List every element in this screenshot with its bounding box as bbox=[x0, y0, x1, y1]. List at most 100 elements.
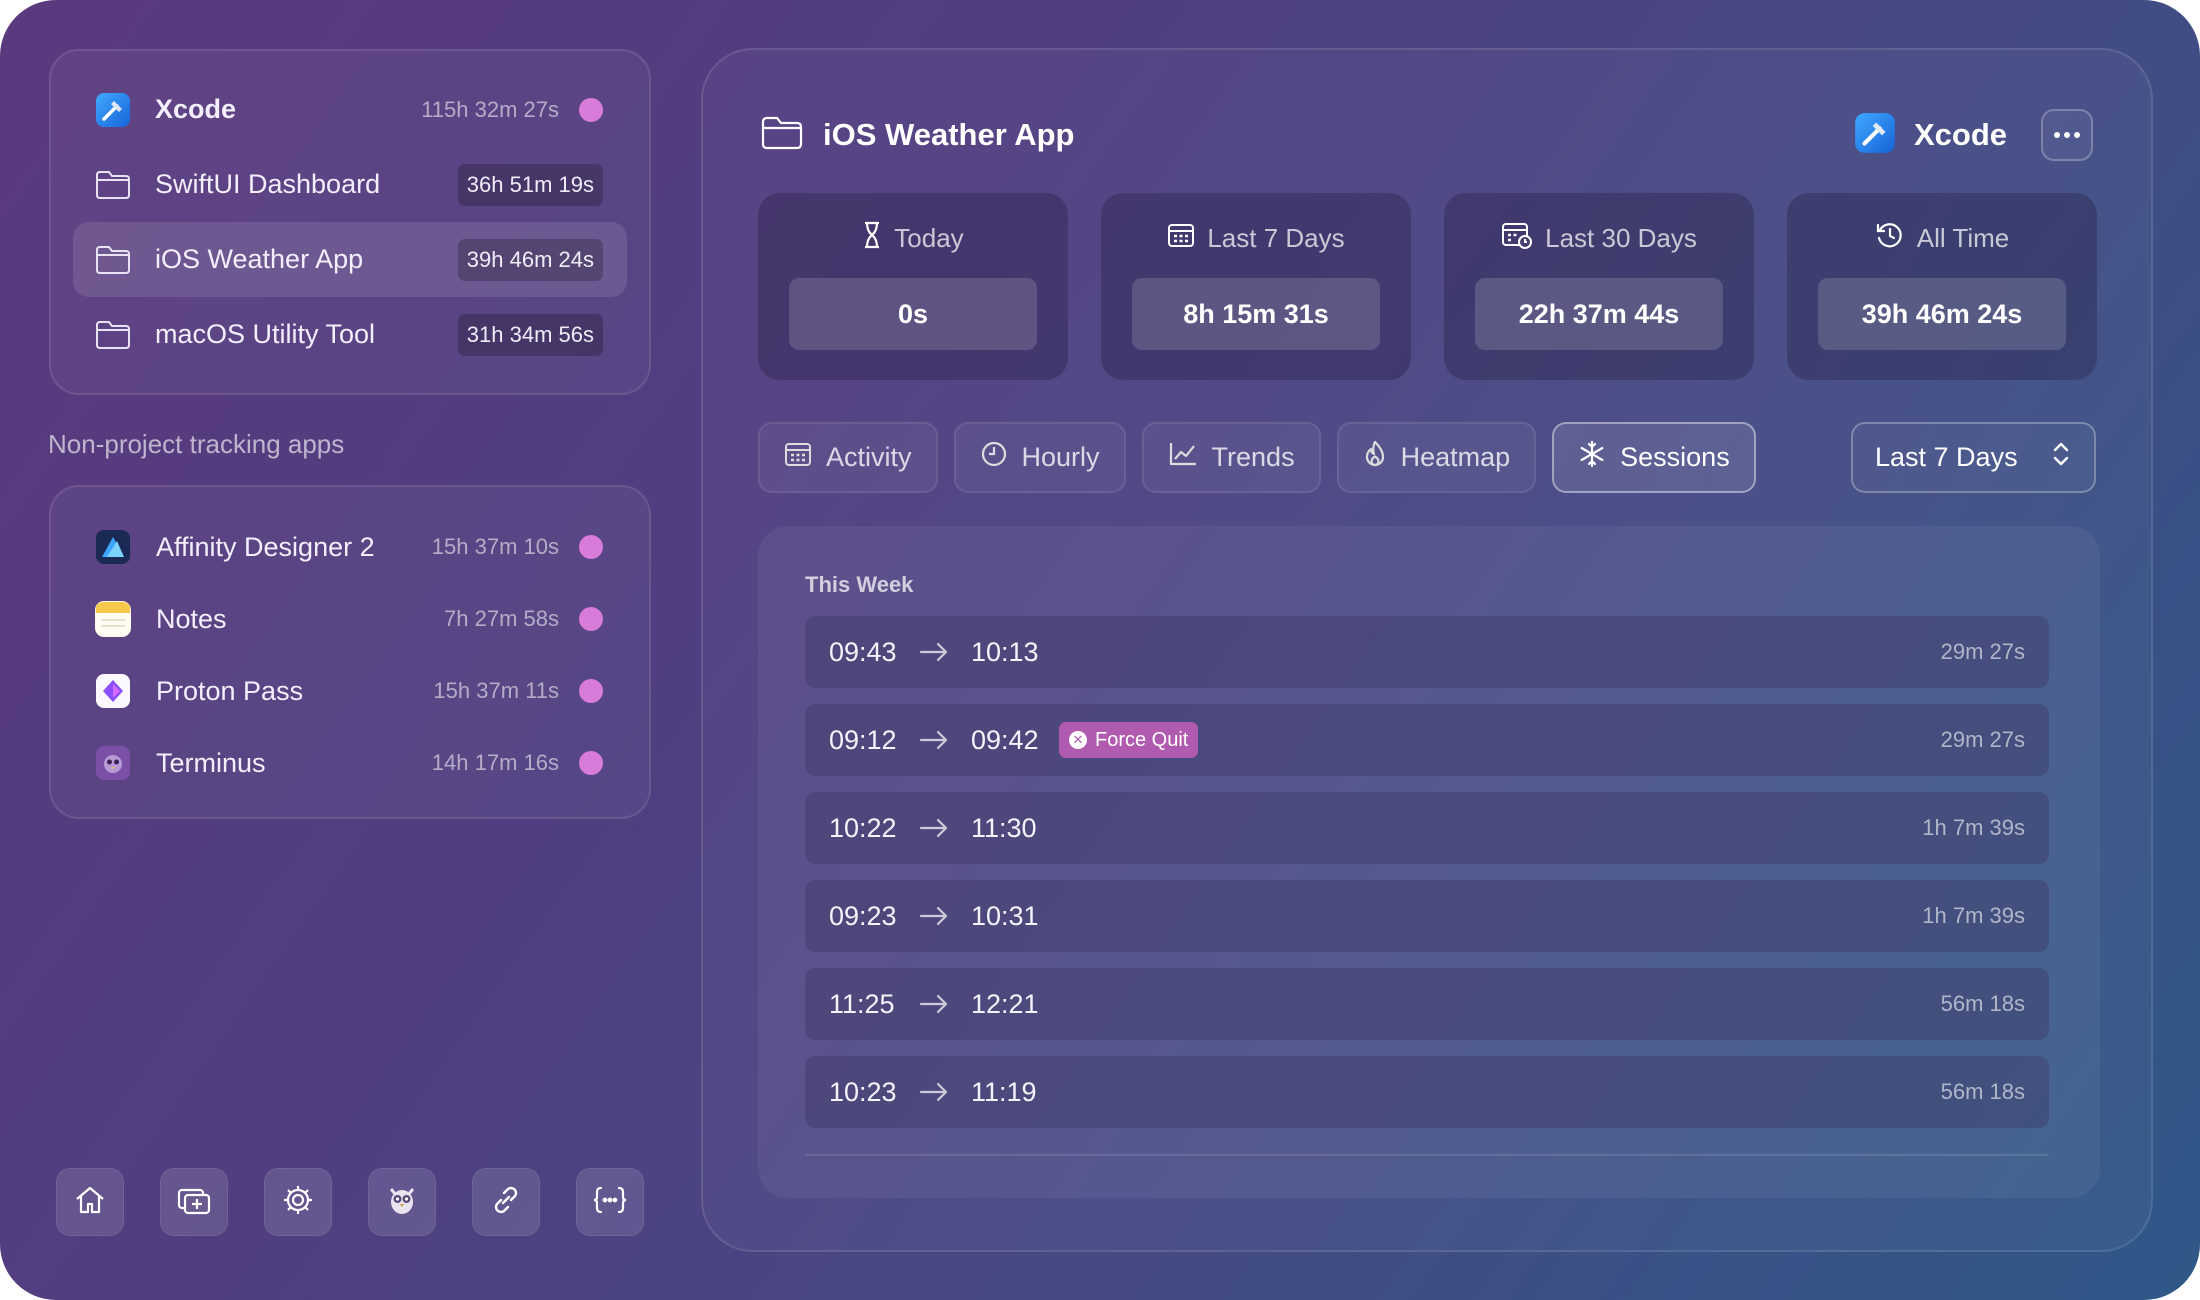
link-button[interactable] bbox=[472, 1168, 540, 1236]
calendar-clock-icon bbox=[1501, 221, 1533, 256]
projects-card: Xcode 115h 32m 27s SwiftUI Dashboard 36h… bbox=[49, 49, 651, 395]
sidebar-item-macos-utility-tool[interactable]: macOS Utility Tool 31h 34m 56s bbox=[73, 297, 627, 372]
stat-value: 39h 46m 24s bbox=[1818, 278, 2066, 350]
arrow-right-icon bbox=[919, 642, 949, 662]
session-duration: 56m 18s bbox=[1940, 991, 2025, 1016]
session-end: 10:13 bbox=[971, 636, 1039, 667]
xcode-icon bbox=[1854, 112, 1896, 159]
stat-all-time: All Time 39h 46m 24s bbox=[1787, 193, 2097, 380]
app-window: Xcode 115h 32m 27s SwiftUI Dashboard 36h… bbox=[0, 0, 2200, 1300]
sidebar-item-xcode[interactable]: Xcode 115h 32m 27s bbox=[73, 72, 627, 147]
arrow-right-icon bbox=[919, 906, 949, 926]
stat-label-row: Last 30 Days bbox=[1501, 221, 1697, 255]
stat-label-row: Today bbox=[862, 221, 964, 256]
session-row[interactable]: 09:12 09:42 ✕ Force Quit 29m 27s bbox=[805, 704, 2049, 776]
stat-label-row: All Time bbox=[1875, 221, 2009, 255]
stat-value: 8h 15m 31s bbox=[1132, 278, 1380, 350]
session-row[interactable]: 11:25 12:21 56m 18s bbox=[805, 968, 2049, 1040]
header: iOS Weather App Xcode bbox=[761, 105, 2093, 165]
session-duration: 1h 7m 39s bbox=[1922, 903, 2025, 928]
tab-activity[interactable]: Activity bbox=[758, 422, 938, 493]
session-start: 09:43 bbox=[829, 636, 897, 667]
session-end: 09:42 bbox=[971, 724, 1039, 755]
xcode-icon bbox=[95, 92, 131, 128]
session-end: 11:19 bbox=[971, 1076, 1037, 1107]
list-scroll-edge bbox=[805, 1154, 2049, 1156]
folder-icon bbox=[95, 242, 131, 278]
stat-label: All Time bbox=[1916, 222, 2010, 253]
tab-sessions[interactable]: Sessions bbox=[1552, 422, 1756, 493]
sidebar-item-terminus[interactable]: Terminus 14h 17m 16s bbox=[73, 727, 627, 799]
session-row[interactable]: 10:23 11:19 56m 18s bbox=[805, 1056, 2049, 1128]
app-name: Notes bbox=[156, 603, 227, 634]
app-time: 15h 37m 10s bbox=[431, 534, 559, 559]
apps-card: Affinity Designer 2 15h 37m 10s Notes 7h… bbox=[49, 485, 651, 819]
braces-button[interactable] bbox=[576, 1168, 644, 1236]
folder-icon bbox=[95, 167, 131, 203]
sidebar-item-swiftui-dashboard[interactable]: SwiftUI Dashboard 36h 51m 19s bbox=[73, 147, 627, 222]
page-title: iOS Weather App bbox=[823, 117, 1075, 152]
calendar-icon bbox=[1167, 222, 1195, 255]
sessions-panel: This Week 09:43 10:13 29m 27s 09:12 09:4… bbox=[758, 526, 2100, 1198]
notes-icon bbox=[95, 601, 131, 637]
home-icon bbox=[73, 1183, 107, 1222]
chevron-up-down-icon bbox=[2052, 441, 2070, 474]
clock-icon bbox=[980, 440, 1008, 475]
stat-label: Last 7 Days bbox=[1207, 222, 1345, 253]
sidebar-item-affinity-designer[interactable]: Affinity Designer 2 15h 37m 10s bbox=[73, 511, 627, 583]
app-name: Terminus bbox=[156, 747, 266, 778]
app-title: Xcode bbox=[1913, 117, 2007, 152]
view-tabs: Activity Hourly Trends Heatmap Sessions bbox=[758, 422, 1756, 493]
settings-button[interactable] bbox=[264, 1168, 332, 1236]
snowflake-icon bbox=[1578, 440, 1606, 475]
stat-last-7-days: Last 7 Days 8h 15m 31s bbox=[1101, 193, 1411, 380]
more-button[interactable] bbox=[2041, 109, 2093, 161]
chart-line-icon bbox=[1168, 441, 1198, 474]
tab-heatmap[interactable]: Heatmap bbox=[1336, 422, 1537, 493]
ellipsis-icon bbox=[2053, 126, 2081, 144]
arrow-right-icon bbox=[919, 818, 949, 838]
session-duration: 29m 27s bbox=[1940, 727, 2025, 752]
link-icon bbox=[489, 1183, 523, 1222]
session-end: 12:21 bbox=[971, 988, 1039, 1019]
sidebar-item-ios-weather-app[interactable]: iOS Weather App 39h 46m 24s bbox=[73, 222, 627, 297]
sidebar-item-proton-pass[interactable]: Proton Pass 15h 37m 11s bbox=[73, 655, 627, 727]
status-dot bbox=[579, 607, 603, 631]
braces-icon bbox=[591, 1183, 629, 1222]
home-button[interactable] bbox=[56, 1168, 124, 1236]
folder-icon bbox=[95, 317, 131, 353]
date-range-value: Last 7 Days bbox=[1875, 442, 2018, 472]
session-list[interactable]: 09:43 10:13 29m 27s 09:12 09:42 ✕ Force … bbox=[805, 616, 2049, 1156]
session-duration: 29m 27s bbox=[1940, 639, 2025, 664]
date-range-select[interactable]: Last 7 Days bbox=[1851, 422, 2096, 493]
tab-label: Trends bbox=[1211, 442, 1295, 472]
owl-icon bbox=[385, 1183, 419, 1222]
tab-label: Heatmap bbox=[1400, 442, 1511, 472]
stat-value: 0s bbox=[789, 278, 1037, 350]
session-row[interactable]: 09:43 10:13 29m 27s bbox=[805, 616, 2049, 688]
terminus-icon bbox=[95, 745, 131, 781]
group-label: This Week bbox=[805, 572, 914, 597]
project-time: 31h 34m 56s bbox=[457, 313, 603, 356]
hourglass-icon bbox=[862, 221, 882, 256]
arrow-right-icon bbox=[919, 730, 949, 750]
tab-trends[interactable]: Trends bbox=[1141, 422, 1321, 493]
add-window-icon bbox=[176, 1183, 212, 1222]
session-row[interactable]: 09:23 10:31 1h 7m 39s bbox=[805, 880, 2049, 952]
arrow-right-icon bbox=[919, 994, 949, 1014]
proton-pass-icon bbox=[95, 673, 131, 709]
tab-hourly[interactable]: Hourly bbox=[953, 422, 1126, 493]
owl-button[interactable] bbox=[368, 1168, 436, 1236]
session-duration: 56m 18s bbox=[1940, 1079, 2025, 1104]
project-name: iOS Weather App bbox=[155, 244, 364, 274]
tab-label: Sessions bbox=[1620, 442, 1730, 472]
status-dot bbox=[579, 535, 603, 559]
stat-label: Last 30 Days bbox=[1545, 222, 1697, 253]
sidebar-item-notes[interactable]: Notes 7h 27m 58s bbox=[73, 583, 627, 655]
project-name: SwiftUI Dashboard bbox=[155, 169, 381, 199]
stat-today: Today 0s bbox=[758, 193, 1068, 380]
section-label: Non-project tracking apps bbox=[48, 429, 345, 459]
add-window-button[interactable] bbox=[160, 1168, 228, 1236]
session-row[interactable]: 10:22 11:30 1h 7m 39s bbox=[805, 792, 2049, 864]
session-start: 09:23 bbox=[829, 900, 897, 931]
